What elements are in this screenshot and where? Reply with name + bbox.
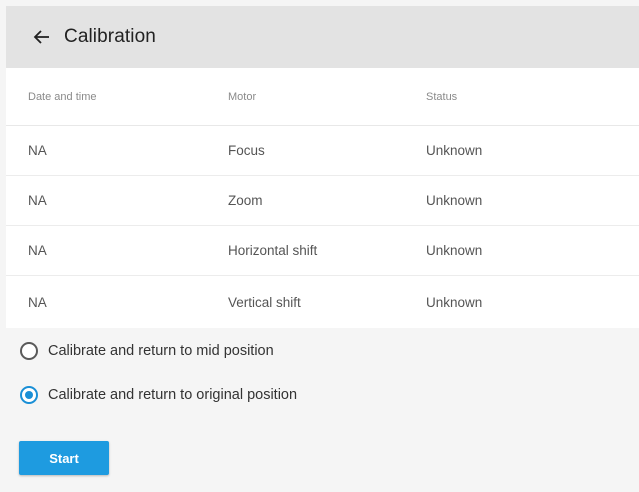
back-button[interactable] [32, 26, 54, 48]
start-button[interactable]: Start [19, 441, 109, 475]
cell-motor: Focus [228, 143, 265, 158]
cell-motor: Horizontal shift [228, 243, 318, 258]
radio-option-mid-position[interactable]: Calibrate and return to mid position [20, 342, 274, 360]
table-row: NA Focus Unknown [6, 126, 639, 176]
radio-option-original-position[interactable]: Calibrate and return to original positio… [20, 386, 297, 404]
cell-date: NA [28, 243, 47, 258]
radio-label: Calibrate and return to original positio… [48, 387, 298, 403]
cell-status: Unknown [426, 294, 483, 310]
table-row: NA Vertical shift Unknown [6, 276, 639, 328]
page-title: Calibration [64, 26, 156, 47]
cell-motor: Vertical shift [228, 294, 301, 310]
arrow-left-icon [33, 30, 49, 44]
page-header: Calibration [6, 6, 639, 68]
column-header-motor: Motor [228, 90, 257, 103]
cell-date: NA [28, 294, 47, 310]
cell-motor: Zoom [228, 193, 263, 208]
cell-date: NA [28, 143, 47, 158]
table-row: NA Zoom Unknown [6, 176, 639, 226]
table-header-row: Date and time Motor Status [6, 68, 639, 126]
cell-status: Unknown [426, 193, 483, 208]
radio-button-unchecked[interactable] [20, 342, 38, 360]
calibration-table: Date and time Motor Status NA Focus Unkn… [6, 68, 639, 328]
radio-button-checked[interactable] [20, 386, 38, 404]
calibration-page: Calibration Date and time Motor Status N… [0, 0, 639, 492]
column-header-date: Date and time [28, 90, 97, 103]
cell-status: Unknown [426, 243, 483, 258]
cell-date: NA [28, 193, 47, 208]
calibration-options: Calibrate and return to mid position Cal… [6, 328, 639, 492]
radio-label: Calibrate and return to mid position [48, 343, 274, 359]
cell-status: Unknown [426, 143, 483, 158]
column-header-status: Status [426, 90, 458, 103]
table-row: NA Horizontal shift Unknown [6, 226, 639, 276]
